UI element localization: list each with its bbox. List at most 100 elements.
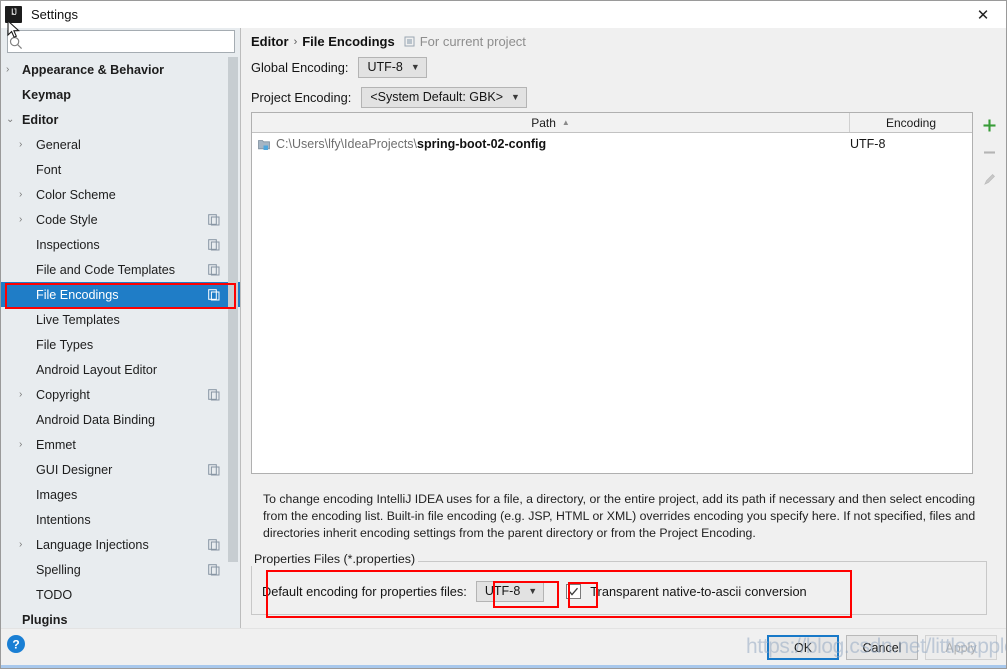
breadcrumb-scope-label: For current project: [419, 34, 526, 49]
properties-group-title: Properties Files (*.properties): [251, 552, 419, 566]
chevron-down-icon[interactable]: ⌄: [6, 114, 19, 125]
sidebar-item-emmet[interactable]: › Emmet: [1, 432, 240, 457]
chevron-down-icon: ▼: [528, 586, 538, 596]
sidebar-item-general[interactable]: › General: [1, 132, 240, 157]
properties-encoding-row: Default encoding for properties files: U…: [262, 580, 807, 602]
project-scope-icon: [404, 36, 415, 47]
transparent-conversion-label: Transparent native-to-ascii conversion: [590, 583, 807, 599]
intellij-idea-icon: [5, 6, 22, 23]
sidebar-item-label: File Types: [36, 337, 94, 352]
column-header-encoding-label: Encoding: [885, 115, 937, 130]
sidebar-item-language-injections[interactable]: › Language Injections: [1, 532, 240, 557]
project-settings-icon: [208, 388, 220, 400]
chevron-right-icon[interactable]: ›: [19, 439, 32, 450]
transparent-conversion-checkbox[interactable]: [566, 583, 582, 599]
column-header-path[interactable]: Path ▲: [252, 113, 850, 132]
search-input[interactable]: [7, 30, 235, 53]
sidebar-item-label: Language Injections: [36, 537, 149, 552]
sidebar-item-appearance-behavior[interactable]: › Appearance & Behavior: [1, 57, 240, 82]
sidebar-item-file-and-code-templates[interactable]: File and Code Templates: [1, 257, 240, 282]
table-cell-path-directory: C:\Users\lfy\IdeaProjects\: [276, 137, 418, 151]
global-encoding-dropdown[interactable]: UTF-8 ▼: [358, 56, 427, 78]
search-icon: [9, 36, 23, 50]
sidebar-item-images[interactable]: Images: [1, 482, 240, 507]
breadcrumb: Editor › File Encodings For current proj…: [251, 34, 526, 49]
global-encoding-value: UTF-8: [367, 60, 403, 74]
breadcrumb-parent[interactable]: Editor: [251, 34, 289, 49]
encodings-table: Path ▲ Encoding C:\Users\lfy\IdeaProject…: [251, 112, 973, 474]
sidebar-item-inspections[interactable]: Inspections: [1, 232, 240, 257]
group-border-right: [405, 561, 987, 562]
sidebar-item-label: Inspections: [36, 237, 100, 252]
ok-button[interactable]: OK: [767, 635, 839, 660]
table-cell-path: C:\Users\lfy\IdeaProjects\ spring-boot-02…: [252, 137, 838, 151]
sidebar-item-file-encodings[interactable]: File Encodings: [1, 282, 240, 307]
column-header-path-label: Path: [531, 115, 556, 130]
sidebar-item-label: File Encodings: [36, 287, 119, 302]
sidebar-item-label: Keymap: [22, 87, 71, 102]
sidebar-item-label: Android Data Binding: [36, 412, 156, 427]
help-question-icon: ?: [7, 635, 25, 653]
sidebar-item-label: Plugins: [22, 612, 68, 627]
sidebar-item-label: Copyright: [36, 387, 90, 402]
table-row[interactable]: C:\Users\lfy\IdeaProjects\ spring-boot-02…: [252, 133, 972, 155]
close-icon[interactable]: ✕: [960, 1, 1006, 28]
sidebar-item-android-layout-editor[interactable]: Android Layout Editor: [1, 357, 240, 382]
properties-encoding-dropdown[interactable]: UTF-8 ▼: [475, 580, 545, 602]
sidebar-item-keymap[interactable]: Keymap: [1, 82, 240, 107]
project-settings-icon: [208, 213, 220, 225]
chevron-right-icon[interactable]: ›: [19, 539, 32, 550]
footer-button-row: OK Cancel Apply: [767, 635, 997, 660]
sidebar-item-font[interactable]: Font: [1, 157, 240, 182]
project-encoding-dropdown[interactable]: <System Default: GBK> ▼: [361, 86, 527, 108]
table-cell-encoding[interactable]: UTF-8: [838, 137, 972, 151]
sidebar-item-intentions[interactable]: Intentions: [1, 507, 240, 532]
breadcrumb-scope: For current project: [404, 34, 526, 49]
sidebar-item-editor[interactable]: ⌄ Editor: [1, 107, 240, 132]
sidebar-item-label: Code Style: [36, 212, 98, 227]
global-encoding-label: Global Encoding:: [251, 59, 349, 75]
sidebar-scrollbar-thumb[interactable]: [228, 57, 238, 562]
add-button[interactable]: [975, 112, 1003, 139]
title-bar: Settings ✕: [1, 1, 1006, 28]
chevron-right-icon[interactable]: ›: [19, 189, 32, 200]
sidebar-item-plugins[interactable]: Plugins: [1, 607, 240, 629]
table-header-row: Path ▲ Encoding: [252, 113, 972, 133]
chevron-right-icon[interactable]: ›: [6, 64, 19, 75]
main-panel: Editor › File Encodings For current proj…: [242, 28, 1006, 629]
edit-button: [975, 166, 1003, 193]
sidebar-item-todo[interactable]: TODO: [1, 582, 240, 607]
sidebar-item-code-style[interactable]: › Code Style: [1, 207, 240, 232]
settings-dialog: Settings ✕ ›Appearance & Behavior Keymap ⌄…: [0, 0, 1007, 669]
sidebar-scrollbar[interactable]: [228, 57, 238, 599]
help-button[interactable]: ?: [6, 634, 26, 654]
sidebar-item-file-types[interactable]: File Types: [1, 332, 240, 357]
svg-text:?: ?: [12, 637, 19, 651]
sidebar-item-copyright[interactable]: › Copyright: [1, 382, 240, 407]
chevron-right-icon[interactable]: ›: [19, 389, 32, 400]
project-settings-icon: [208, 563, 220, 575]
dialog-footer: ? OK Cancel Apply: [1, 628, 1006, 668]
sidebar-item-android-data-binding[interactable]: Android Data Binding: [1, 407, 240, 432]
sidebar-item-live-templates[interactable]: Live Templates: [1, 307, 240, 332]
sidebar-item-color-scheme[interactable]: › Color Scheme: [1, 182, 240, 207]
sidebar-item-label: Editor: [22, 112, 59, 127]
chevron-right-icon[interactable]: ›: [19, 214, 32, 225]
sidebar-item-spelling[interactable]: Spelling: [1, 557, 240, 582]
properties-encoding-value: UTF-8: [484, 584, 521, 598]
sidebar-item-label: GUI Designer: [36, 462, 113, 477]
sidebar-item-gui-designer[interactable]: GUI Designer: [1, 457, 240, 482]
project-settings-icon: [208, 263, 220, 275]
settings-sidebar: › Appearance & Behavior Keymap ⌄ Editor › Gene…: [1, 28, 241, 629]
cancel-button[interactable]: Cancel: [846, 635, 918, 660]
column-header-encoding[interactable]: Encoding: [850, 113, 972, 132]
project-settings-icon: [208, 538, 220, 550]
chevron-right-icon[interactable]: ›: [19, 139, 32, 150]
breadcrumb-separator: ›: [293, 35, 298, 48]
check-icon: [569, 587, 579, 596]
settings-tree[interactable]: › Appearance & Behavior Keymap ⌄ Editor › Gene…: [1, 57, 240, 629]
window-title: Settings: [31, 7, 78, 22]
encoding-description: To change encoding IntelliJ IDEA uses fo…: [263, 492, 976, 540]
project-encoding-value: <System Default: GBK>: [370, 90, 504, 104]
remove-button: [975, 139, 1003, 166]
